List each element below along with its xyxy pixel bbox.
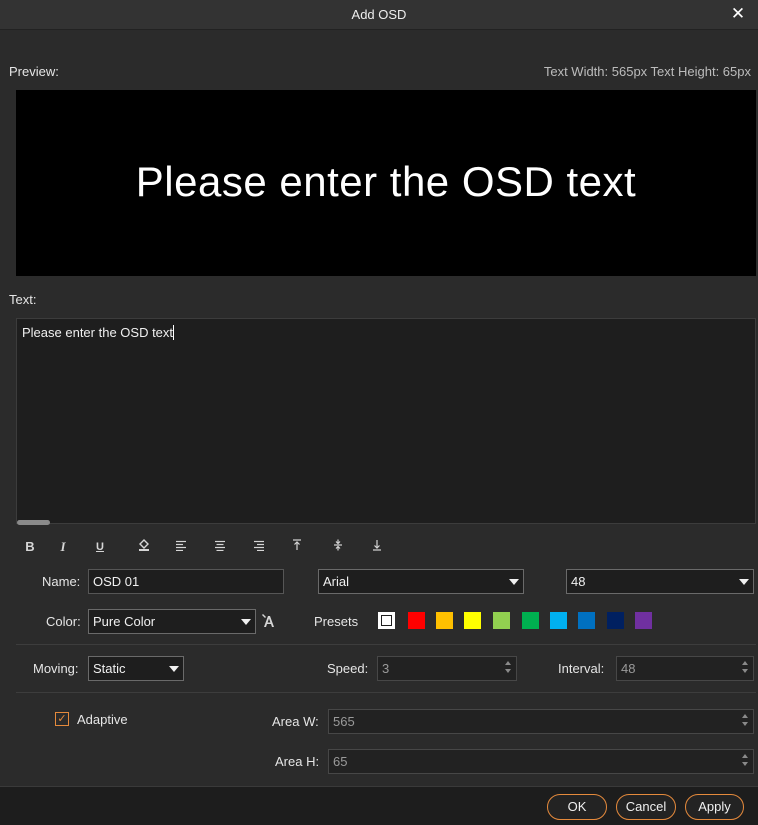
font-size-value: 48 bbox=[571, 574, 586, 589]
italic-button[interactable]: I bbox=[53, 537, 73, 557]
preview-text: Please enter the OSD text bbox=[135, 158, 637, 205]
speed-label: Speed: bbox=[327, 661, 369, 676]
chevron-down-icon bbox=[509, 579, 519, 585]
area-height-stepper[interactable]: 65 bbox=[328, 749, 754, 774]
speed-value: 3 bbox=[382, 661, 390, 676]
text-color-icon[interactable] bbox=[262, 612, 278, 630]
apply-button[interactable]: Apply bbox=[685, 794, 744, 820]
area-width-stepper[interactable]: 565 bbox=[328, 709, 754, 734]
preset-cyan-swatch[interactable] bbox=[550, 612, 567, 629]
divider bbox=[16, 644, 756, 645]
adaptive-checkbox[interactable]: ✓ bbox=[55, 712, 69, 726]
color-label: Color: bbox=[46, 614, 81, 629]
osd-text-input[interactable]: Please enter the OSD text bbox=[16, 318, 756, 524]
chevron-down-icon bbox=[241, 619, 251, 625]
align-center-icon[interactable] bbox=[210, 537, 230, 557]
ok-button[interactable]: OK bbox=[547, 794, 607, 820]
stepper-arrows-icon[interactable] bbox=[741, 753, 749, 770]
align-bottom-icon[interactable] bbox=[367, 537, 387, 557]
divider bbox=[16, 692, 756, 693]
preset-blue-swatch[interactable] bbox=[578, 612, 595, 629]
bold-button[interactable]: B bbox=[20, 537, 40, 557]
preset-white-swatch[interactable] bbox=[378, 612, 395, 629]
moving-mode-select[interactable]: Static bbox=[88, 656, 184, 681]
preset-orange-swatch[interactable] bbox=[436, 612, 453, 629]
paint-bucket-icon[interactable] bbox=[134, 537, 154, 557]
horizontal-scrollbar[interactable] bbox=[17, 520, 50, 525]
preview-area: Please enter the OSD text bbox=[16, 90, 756, 276]
font-size-select[interactable]: 48 bbox=[566, 569, 754, 594]
cancel-button[interactable]: Cancel bbox=[616, 794, 676, 820]
chevron-down-icon bbox=[739, 579, 749, 585]
area-width-value: 565 bbox=[333, 714, 355, 729]
interval-label: Interval: bbox=[558, 661, 605, 676]
chevron-down-icon bbox=[169, 666, 179, 672]
preview-label: Preview: bbox=[9, 64, 59, 79]
close-icon[interactable]: ✕ bbox=[728, 4, 748, 24]
color-mode-value: Pure Color bbox=[93, 614, 156, 629]
stepper-arrows-icon[interactable] bbox=[741, 713, 749, 730]
align-middle-icon[interactable] bbox=[328, 537, 348, 557]
area-width-label: Area W: bbox=[272, 714, 319, 729]
text-size-info: Text Width: 565px Text Height: 65px bbox=[543, 64, 751, 79]
preset-purple-swatch[interactable] bbox=[635, 612, 652, 629]
area-height-label: Area H: bbox=[275, 754, 320, 769]
moving-label: Moving: bbox=[33, 661, 79, 676]
preset-red-swatch[interactable] bbox=[408, 612, 425, 629]
adaptive-label: Adaptive bbox=[77, 712, 128, 727]
area-height-value: 65 bbox=[333, 754, 348, 769]
align-right-icon[interactable] bbox=[249, 537, 269, 557]
text-label: Text: bbox=[9, 292, 37, 307]
align-left-icon[interactable] bbox=[171, 537, 191, 557]
interval-stepper[interactable]: 48 bbox=[616, 656, 754, 681]
underline-button[interactable]: U bbox=[90, 537, 110, 557]
name-label: Name: bbox=[42, 574, 81, 589]
stepper-arrows-icon[interactable] bbox=[741, 660, 749, 677]
align-top-icon[interactable] bbox=[287, 537, 307, 557]
stepper-arrows-icon[interactable] bbox=[504, 660, 512, 677]
font-family-select[interactable]: Arial bbox=[318, 569, 524, 594]
dialog-title: Add OSD bbox=[351, 7, 407, 22]
font-family-value: Arial bbox=[323, 574, 350, 589]
preset-green-swatch[interactable] bbox=[522, 612, 539, 629]
speed-stepper[interactable]: 3 bbox=[377, 656, 517, 681]
name-input[interactable]: OSD 01 bbox=[88, 569, 284, 594]
moving-mode-value: Static bbox=[93, 661, 126, 676]
preset-navy-swatch[interactable] bbox=[607, 612, 624, 629]
color-mode-select[interactable]: Pure Color bbox=[88, 609, 256, 634]
preset-light-green-swatch[interactable] bbox=[493, 612, 510, 629]
preset-yellow-swatch[interactable] bbox=[464, 612, 481, 629]
osd-text-value: Please enter the OSD text bbox=[22, 325, 175, 340]
interval-value: 48 bbox=[621, 661, 636, 676]
presets-label: Presets bbox=[314, 614, 359, 629]
